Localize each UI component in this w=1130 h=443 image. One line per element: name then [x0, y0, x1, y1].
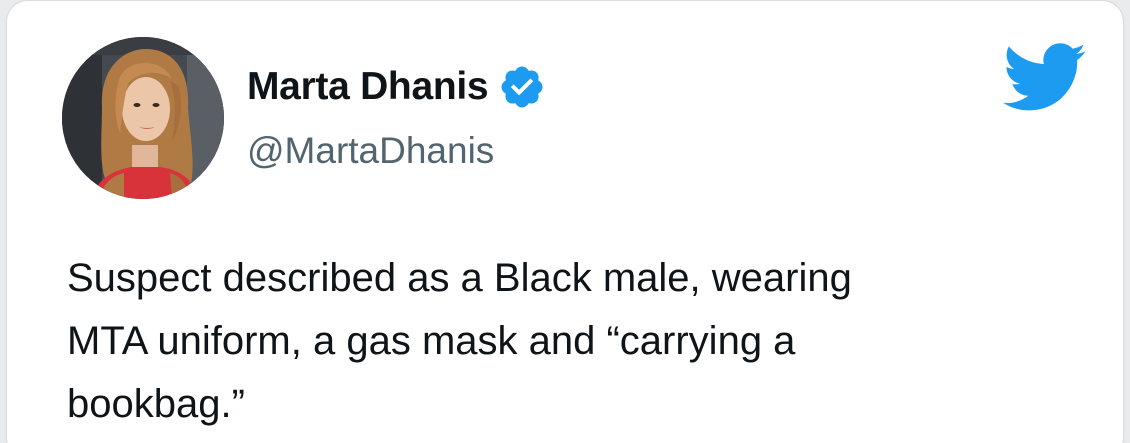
tweet-text-line: MTA uniform, a gas mask and “carrying a: [67, 319, 796, 363]
display-name[interactable]: Marta Dhanis: [247, 61, 489, 113]
author-handle[interactable]: @MartaDhanis: [247, 127, 494, 175]
tweet-text-line: Suspect described as a Black male, weari…: [67, 256, 852, 300]
tweet-card: Marta Dhanis @MartaDhanis Suspect descri…: [6, 0, 1124, 443]
verified-badge-icon: [498, 63, 546, 111]
avatar-photo: [62, 37, 224, 199]
twitter-bird-icon[interactable]: [1003, 43, 1087, 113]
avatar[interactable]: [62, 37, 224, 199]
tweet-text: Suspect described as a Black male, weari…: [67, 247, 1067, 436]
tweet-text-line: bookbag.”: [67, 382, 245, 426]
author-name-row: Marta Dhanis: [247, 61, 546, 113]
